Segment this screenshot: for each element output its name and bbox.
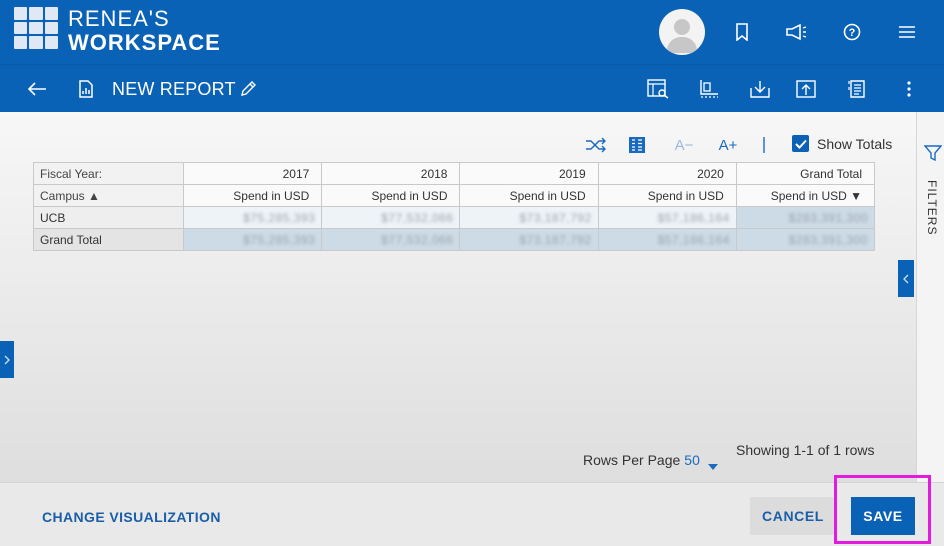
show-totals-label[interactable]: Show Totals xyxy=(817,135,892,153)
layout-icon[interactable] xyxy=(697,77,721,101)
blurred-value: $77,532,066 xyxy=(381,232,454,247)
collapse-filters-tab[interactable] xyxy=(898,260,914,297)
showing-rows-text: Showing 1-1 of 1 rows xyxy=(736,442,875,458)
report-toolbar: NEW REPORT xyxy=(0,64,944,112)
blurred-value: $77,532,066 xyxy=(381,210,454,225)
table-row: UCB $75,285,393 $77,532,066 $73,187,792 … xyxy=(32,206,876,229)
chevron-right-icon xyxy=(4,355,10,364)
table-row-grand-total: Grand Total $75,285,393 $77,532,066 $73,… xyxy=(32,228,876,251)
grand-total-header[interactable]: Grand Total xyxy=(735,162,876,185)
show-totals-checkbox[interactable] xyxy=(792,135,809,152)
upload-icon[interactable] xyxy=(794,77,818,101)
value-cell: $77,532,066 xyxy=(321,228,461,251)
value-cell: $73,187,792 xyxy=(459,206,599,229)
value-cell: $77,532,066 xyxy=(321,206,461,229)
chevron-left-icon xyxy=(903,274,909,283)
measure-header[interactable]: Spend in USD xyxy=(597,184,737,207)
filters-panel-rail[interactable] xyxy=(916,112,944,482)
report-list-icon[interactable] xyxy=(846,77,870,101)
filter-icon[interactable] xyxy=(923,144,943,162)
value-cell: $283,391,300 xyxy=(735,206,876,229)
increase-font-button[interactable]: A+ xyxy=(716,134,740,156)
blurred-value: $57,186,164 xyxy=(657,232,730,247)
chevron-down-icon[interactable] xyxy=(708,457,718,470)
avatar[interactable] xyxy=(659,9,705,55)
blurred-value: $75,285,393 xyxy=(243,232,316,247)
svg-text:?: ? xyxy=(849,27,856,39)
table-layout-icon[interactable] xyxy=(627,134,647,156)
hamburger-menu-icon[interactable] xyxy=(895,20,919,44)
value-cell: $57,186,164 xyxy=(597,228,737,251)
swap-axes-icon[interactable] xyxy=(585,134,607,156)
download-icon[interactable] xyxy=(748,77,772,101)
value-cell: $75,285,393 xyxy=(183,206,323,229)
rows-per-page-label: Rows Per Page xyxy=(583,452,681,468)
measure-header[interactable]: Spend in USD xyxy=(183,184,323,207)
toolbar-divider xyxy=(762,134,766,156)
measure-header-sorted[interactable]: Spend in USD ▼ xyxy=(735,184,876,207)
pivot-table: Fiscal Year: 2017 2018 2019 2020 Grand T… xyxy=(32,162,876,251)
rows-per-page-value[interactable]: 50 xyxy=(684,452,700,468)
campus-sort-header[interactable]: Campus ▲ xyxy=(32,184,185,207)
logo-icon xyxy=(14,7,58,49)
more-vertical-icon[interactable] xyxy=(897,77,921,101)
year-header[interactable]: 2019 xyxy=(459,162,599,185)
help-icon[interactable]: ? xyxy=(840,20,864,44)
report-file-icon xyxy=(74,77,98,101)
row-label: Grand Total xyxy=(32,228,185,251)
blurred-value: $283,391,300 xyxy=(788,232,868,247)
top-header: RENEA'S WORKSPACE ? xyxy=(0,0,944,64)
report-title: NEW REPORT xyxy=(112,79,236,99)
cancel-button[interactable]: CANCEL xyxy=(750,497,836,535)
brand-line1: RENEA'S xyxy=(68,6,170,31)
rows-per-page[interactable]: Rows Per Page 50 xyxy=(583,451,700,469)
header-row-measures: Campus ▲ Spend in USD Spend in USD Spend… xyxy=(32,184,876,207)
back-arrow-icon[interactable] xyxy=(25,77,49,101)
value-cell: $75,285,393 xyxy=(183,228,323,251)
year-header[interactable]: 2018 xyxy=(321,162,461,185)
bookmark-icon[interactable] xyxy=(730,20,754,44)
blurred-value: $57,186,164 xyxy=(657,210,730,225)
fiscal-year-header: Fiscal Year: xyxy=(32,162,185,185)
expand-left-panel-tab[interactable] xyxy=(0,341,14,378)
edit-pencil-icon[interactable] xyxy=(236,77,260,101)
value-cell: $73,187,792 xyxy=(459,228,599,251)
save-button[interactable]: SAVE xyxy=(851,497,915,535)
header-row-years: Fiscal Year: 2017 2018 2019 2020 Grand T… xyxy=(32,162,876,185)
brand-line2: WORKSPACE xyxy=(68,30,221,55)
year-header[interactable]: 2017 xyxy=(183,162,323,185)
row-label: UCB xyxy=(32,206,185,229)
filters-tab-label[interactable]: FILTERS xyxy=(925,180,939,235)
value-cell: $283,391,300 xyxy=(735,228,876,251)
blurred-value: $283,391,300 xyxy=(788,210,868,225)
change-visualization-link[interactable]: CHANGE VISUALIZATION xyxy=(42,508,221,526)
decrease-font-button[interactable]: A− xyxy=(672,134,696,156)
measure-header[interactable]: Spend in USD xyxy=(321,184,461,207)
brand-title: RENEA'S WORKSPACE xyxy=(68,7,221,55)
blurred-value: $73,187,792 xyxy=(519,210,592,225)
value-cell: $57,186,164 xyxy=(597,206,737,229)
measure-header[interactable]: Spend in USD xyxy=(459,184,599,207)
data-design-icon[interactable] xyxy=(646,77,670,101)
blurred-value: $75,285,393 xyxy=(243,210,316,225)
blurred-value: $73,187,792 xyxy=(519,232,592,247)
megaphone-icon[interactable] xyxy=(784,20,808,44)
year-header[interactable]: 2020 xyxy=(597,162,737,185)
